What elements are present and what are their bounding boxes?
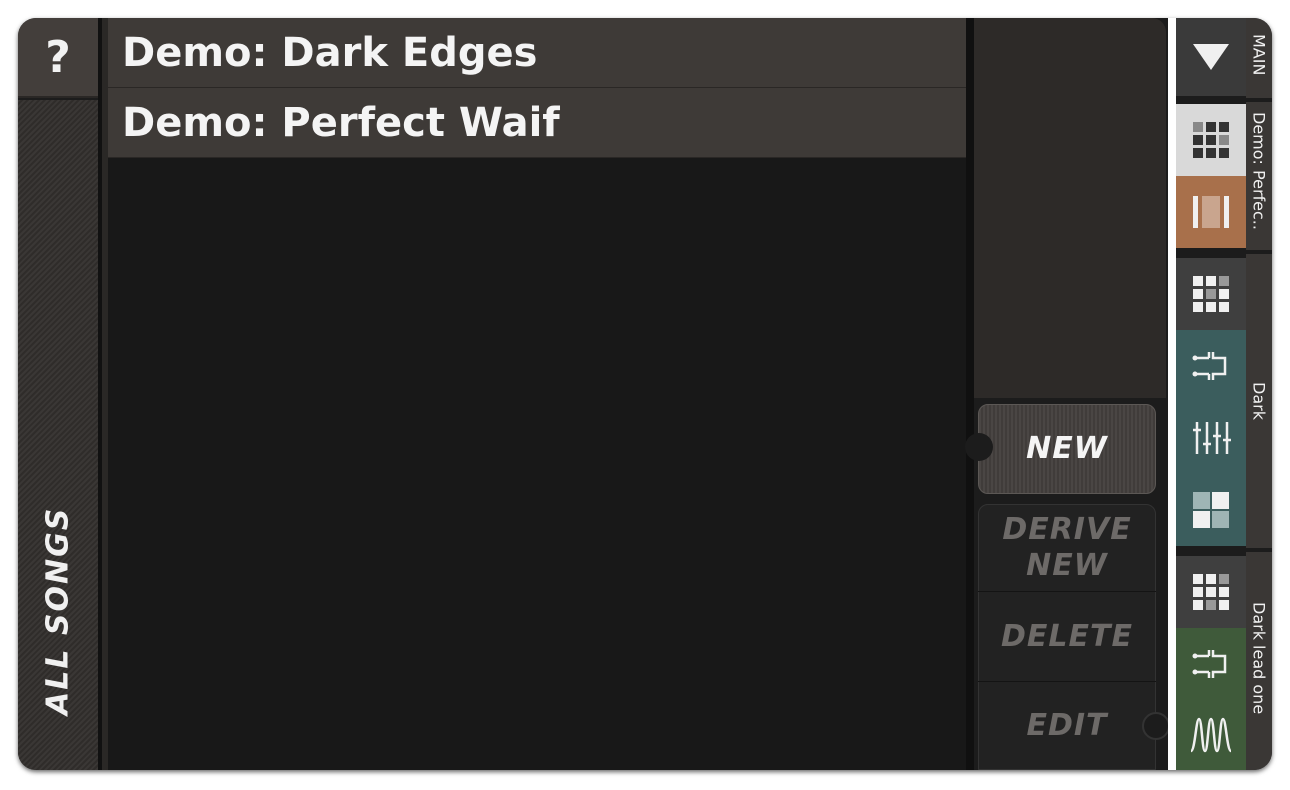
delete-button[interactable]: DELETE xyxy=(978,592,1156,682)
song-list-item[interactable]: Demo: Perfect Waif xyxy=(108,88,966,158)
main-label: MAIN xyxy=(1249,34,1269,76)
grid-icon xyxy=(1193,574,1229,610)
layout-icon xyxy=(1193,492,1229,528)
patch-waveform-button[interactable] xyxy=(1176,700,1246,770)
gap xyxy=(1168,18,1176,770)
app-frame: ? ALL SONGS Demo: Dark Edges Demo: Perfe… xyxy=(18,18,1272,770)
action-panel: NEW DERIVE NEW DELETE EDIT xyxy=(965,18,1170,770)
divider xyxy=(1246,250,1272,254)
routing-icon xyxy=(1192,352,1227,380)
edit-button[interactable]: EDIT xyxy=(978,682,1170,770)
preset-layout-button[interactable] xyxy=(1176,474,1246,546)
divider xyxy=(1246,548,1272,552)
all-songs-tab[interactable]: ALL SONGS xyxy=(18,100,98,770)
navigator-label-strip: MAIN Demo: Perfec.. Dark Dark lead one xyxy=(1246,18,1272,770)
patch-label[interactable]: Dark lead one xyxy=(1250,602,1269,714)
preset-grid-button[interactable] xyxy=(1176,258,1246,330)
song-edit-button[interactable] xyxy=(1176,176,1246,248)
dropdown-triangle-icon xyxy=(1193,44,1229,70)
waveform-icon xyxy=(1189,717,1233,753)
notch xyxy=(965,433,993,461)
preset-routing-button[interactable] xyxy=(1176,330,1246,402)
action-panel-blank xyxy=(974,18,1166,398)
derive-line-1: DERIVE xyxy=(1002,511,1132,547)
help-button[interactable]: ? xyxy=(18,18,98,98)
grid-icon xyxy=(1193,122,1229,158)
delete-button-label: DELETE xyxy=(1001,618,1133,654)
new-button[interactable]: NEW xyxy=(965,404,1156,494)
song-list-item[interactable]: Demo: Dark Edges xyxy=(108,18,966,88)
song-label[interactable]: Demo: Perfec.. xyxy=(1250,112,1269,230)
preset-mixer-button[interactable] xyxy=(1176,402,1246,474)
derive-line-2: NEW xyxy=(1026,547,1108,583)
patch-routing-button[interactable] xyxy=(1176,628,1246,700)
song-frame-icon xyxy=(1193,196,1229,228)
edit-button-label: EDIT xyxy=(1026,708,1108,743)
preset-label[interactable]: Dark xyxy=(1250,382,1269,420)
notch xyxy=(1142,712,1170,740)
main-menu-button[interactable] xyxy=(1176,18,1246,96)
derive-new-button[interactable]: DERIVE NEW xyxy=(978,504,1156,592)
navigator-column xyxy=(1176,18,1246,770)
new-button-label: NEW xyxy=(1026,431,1108,466)
sliders-icon xyxy=(1193,422,1231,454)
song-list: Demo: Dark Edges Demo: Perfect Waif xyxy=(108,18,966,770)
patch-grid-button[interactable] xyxy=(1176,556,1246,628)
grid-icon xyxy=(1193,276,1229,312)
all-songs-label: ALL SONGS xyxy=(40,506,76,715)
divider xyxy=(966,18,974,770)
routing-icon xyxy=(1192,650,1227,678)
song-grid-button[interactable] xyxy=(1176,104,1246,176)
divider xyxy=(1246,98,1272,102)
